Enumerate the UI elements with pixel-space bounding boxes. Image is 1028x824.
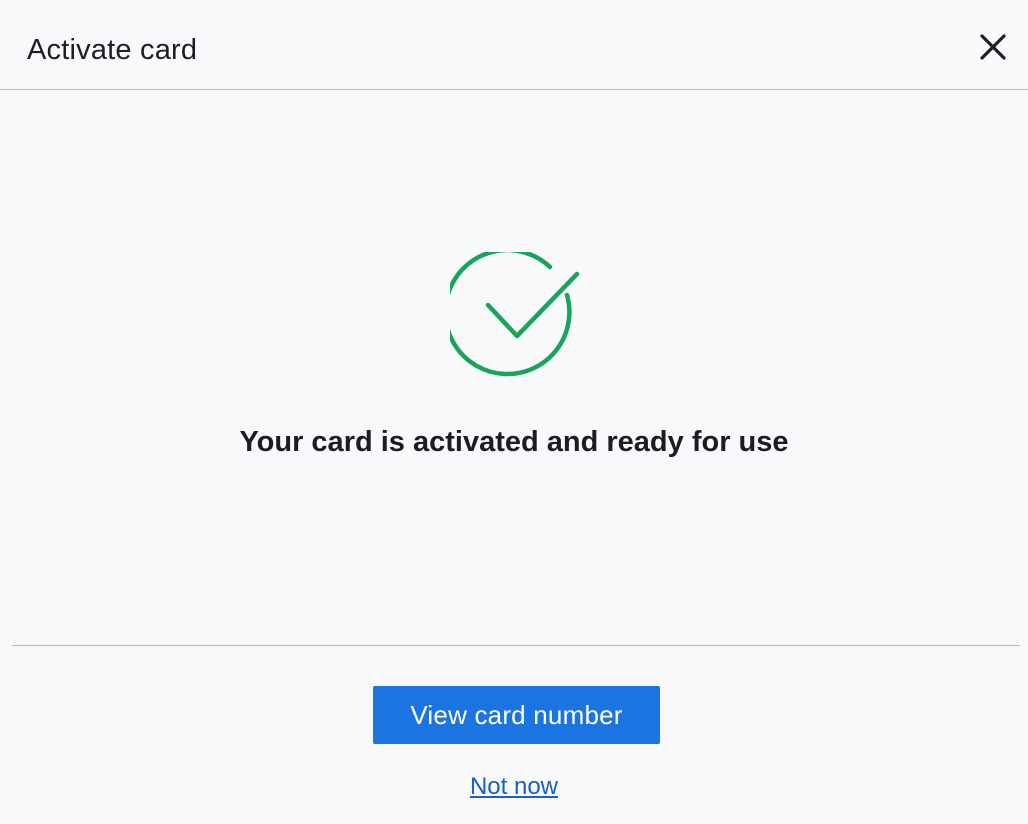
- activation-success-message: Your card is activated and ready for use: [239, 426, 789, 458]
- footer-divider: [12, 645, 1020, 646]
- close-button[interactable]: [970, 24, 1016, 70]
- dialog-header: Activate card: [0, 0, 1028, 90]
- check-circle-icon: [450, 252, 580, 377]
- close-icon: [980, 34, 1006, 60]
- not-now-link[interactable]: Not now: [0, 770, 1028, 804]
- view-card-number-button[interactable]: View card number: [373, 686, 660, 744]
- dialog-title: Activate card: [27, 34, 198, 66]
- activate-card-dialog: Activate card Your card is activated and…: [0, 0, 1028, 824]
